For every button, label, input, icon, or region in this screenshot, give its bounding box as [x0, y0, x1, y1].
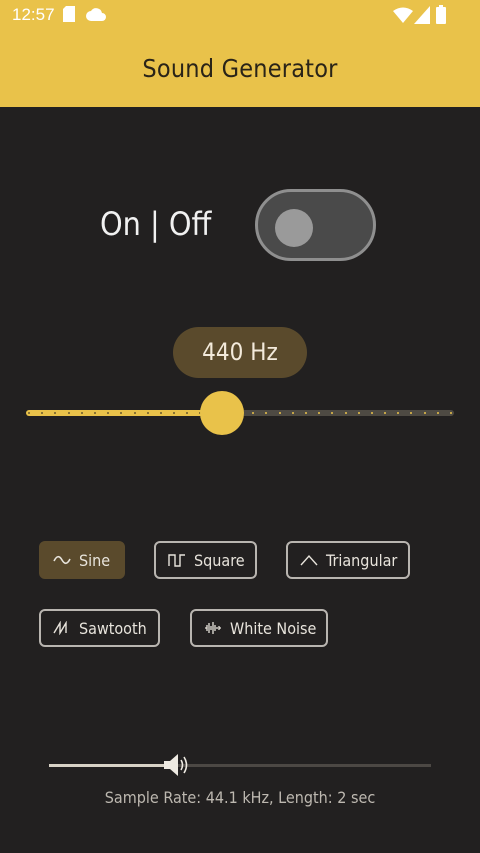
volume-slider[interactable]	[49, 764, 431, 767]
waveform-triangular-button[interactable]: Triangular	[286, 541, 410, 579]
waveform-square-button[interactable]: Square	[154, 541, 257, 579]
slider-tick	[370, 412, 373, 414]
volume-slider-filled[interactable]	[49, 764, 170, 767]
cloud-icon	[86, 8, 106, 21]
signal-icon	[414, 6, 430, 24]
sawtooth-wave-icon	[53, 621, 67, 635]
volume-slider-rest[interactable]	[170, 764, 431, 767]
slider-tick	[291, 412, 294, 414]
slider-tick	[159, 412, 162, 414]
slider-tick	[93, 412, 96, 414]
app-bar: Sound Generator	[0, 32, 480, 107]
frequency-slider[interactable]	[26, 391, 454, 435]
waveform-label: Sine	[79, 550, 111, 570]
sample-info: Sample Rate: 44.1 kHz, Length: 2 sec	[104, 788, 376, 807]
waveform-sawtooth-button[interactable]: Sawtooth	[39, 609, 160, 647]
noise-wave-icon	[205, 622, 221, 634]
waveform-white-noise-button[interactable]: White Noise	[190, 609, 328, 647]
square-wave-icon	[168, 554, 185, 567]
slider-tick	[450, 412, 452, 414]
battery-icon	[436, 5, 446, 24]
sd-card-icon	[63, 6, 75, 22]
slider-tick	[133, 412, 136, 414]
app-title: Sound Generator	[142, 54, 338, 83]
slider-tick	[344, 412, 347, 414]
slider-tick	[67, 412, 70, 414]
waveform-label: Triangular	[326, 550, 398, 570]
power-toggle[interactable]	[255, 189, 376, 261]
slider-tick	[357, 412, 360, 414]
frequency-display: 440 Hz	[173, 327, 307, 378]
triangle-wave-icon	[300, 554, 318, 566]
slider-tick	[278, 412, 281, 414]
slider-tick	[423, 412, 426, 414]
power-label: On | Off	[100, 205, 212, 243]
slider-tick	[80, 412, 83, 414]
slider-tick	[304, 412, 307, 414]
wifi-icon	[393, 7, 413, 23]
waveform-label: Square	[194, 550, 245, 570]
waveform-label: Sawtooth	[79, 618, 147, 638]
speaker-icon[interactable]	[162, 750, 192, 780]
sine-wave-icon	[53, 555, 71, 565]
slider-tick	[146, 412, 149, 414]
waveform-label: White Noise	[230, 618, 317, 638]
toggle-knob[interactable]	[275, 209, 313, 247]
slider-thumb[interactable]	[200, 391, 244, 435]
slider-tick	[28, 412, 30, 414]
slider-tick	[436, 412, 439, 414]
waveform-sine-button[interactable]: Sine	[39, 541, 125, 579]
status-bar: 12:57	[0, 0, 480, 32]
status-time: 12:57	[12, 5, 55, 24]
slider-track-inactive[interactable]	[222, 410, 454, 416]
